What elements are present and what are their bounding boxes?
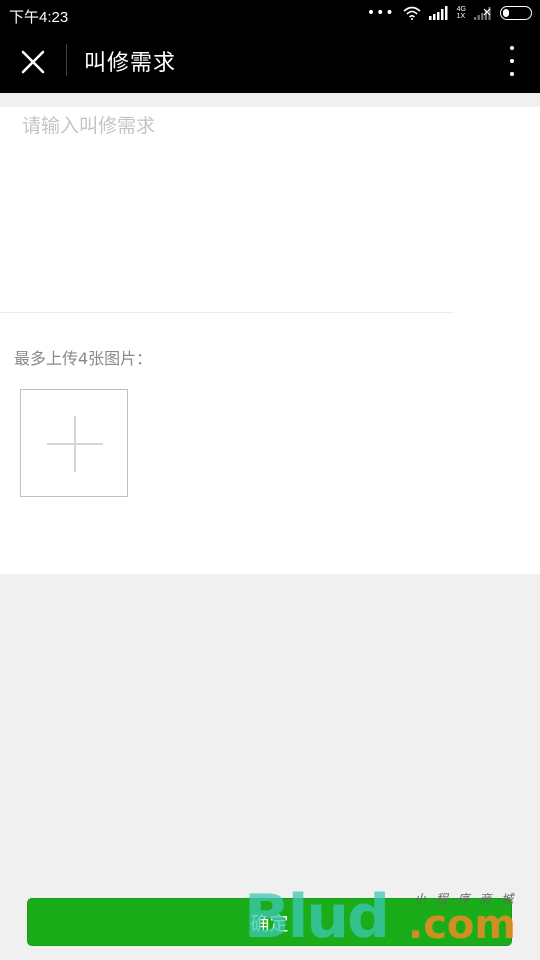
confirm-button[interactable]: 确定 [27, 898, 512, 946]
signal-weak-icon [474, 7, 491, 20]
add-image-button[interactable] [20, 389, 128, 497]
status-time: 下午4:23 [9, 9, 69, 26]
more-vertical-icon-dot [510, 72, 514, 76]
more-menu-button[interactable] [504, 46, 520, 76]
plus-icon-vertical [74, 416, 76, 472]
more-vertical-icon-dot [510, 59, 514, 63]
more-vertical-icon-dot [510, 46, 514, 50]
status-bar: 下午4:23 ••• 4G 1X [0, 0, 540, 30]
battery-icon [500, 6, 532, 20]
signal-4g-icon [428, 6, 448, 20]
notification-dots-icon: ••• [366, 5, 395, 21]
repair-request-form: 最多上传4张图片： [0, 107, 540, 574]
close-button[interactable] [18, 47, 48, 77]
title-bar: 叫修需求 [0, 30, 540, 93]
page-title: 叫修需求 [84, 51, 177, 76]
repair-request-input[interactable] [0, 107, 454, 313]
close-icon [21, 50, 45, 74]
network-label-bottom: 1X [456, 13, 466, 20]
upload-hint-label: 最多上传4张图片： [14, 349, 153, 368]
network-type-label: 4G 1X [457, 6, 466, 20]
network-label-top: 4G [456, 6, 466, 13]
title-divider [66, 44, 67, 76]
status-icons: ••• 4G 1X [367, 6, 532, 20]
wifi-icon [403, 6, 421, 20]
